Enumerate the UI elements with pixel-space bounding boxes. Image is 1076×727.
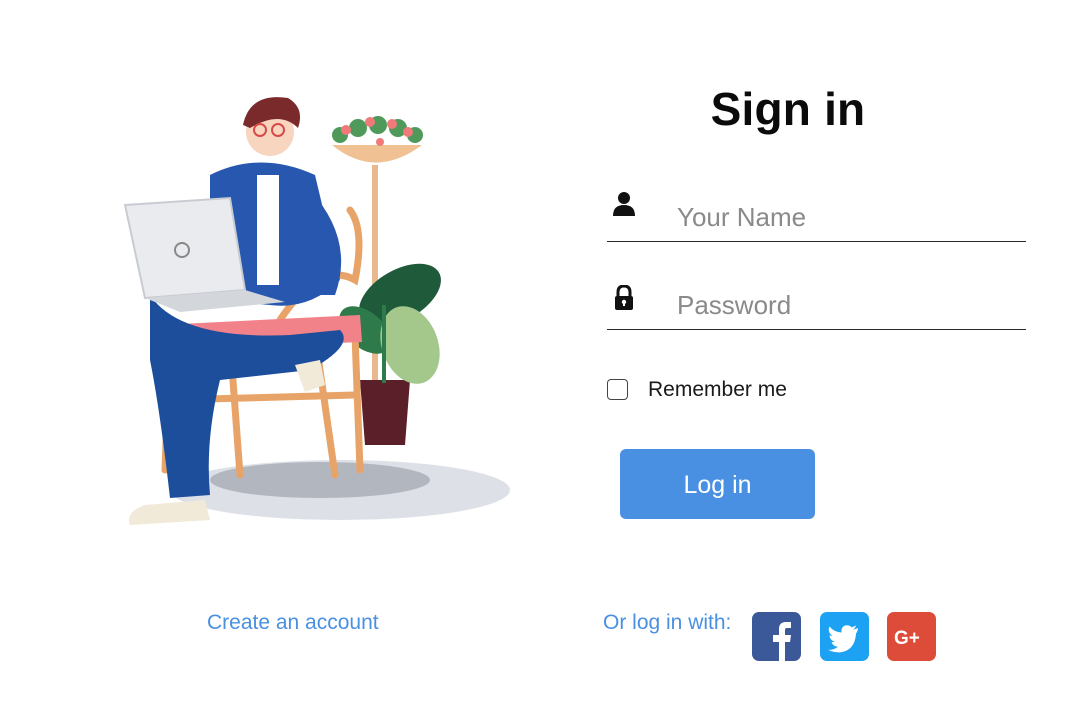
password-input[interactable] [677, 287, 1007, 323]
name-field-row [607, 187, 1026, 242]
name-input[interactable] [677, 199, 1007, 235]
person-with-laptop-illustration [123, 97, 510, 525]
lock-icon [612, 285, 636, 311]
twitter-login-button[interactable] [820, 612, 869, 661]
remember-me-label[interactable]: Remember me [648, 378, 787, 402]
social-login-label: Or log in with: [603, 611, 732, 634]
login-illustration [110, 80, 510, 550]
facebook-login-button[interactable] [752, 612, 801, 661]
create-account-link[interactable]: Create an account [207, 611, 379, 635]
google-plus-icon: G+ [887, 612, 936, 661]
remember-me-checkbox[interactable] [607, 378, 628, 400]
svg-text:G+: G+ [894, 628, 920, 649]
password-field-row [607, 275, 1026, 330]
login-button[interactable]: Log in [620, 449, 815, 519]
remember-me-row: Remember me [607, 375, 787, 403]
twitter-icon [820, 612, 869, 661]
page-title: Sign in [710, 83, 866, 135]
facebook-icon [752, 612, 801, 661]
person-icon [612, 191, 636, 217]
google-plus-login-button[interactable]: G+ [887, 612, 936, 661]
